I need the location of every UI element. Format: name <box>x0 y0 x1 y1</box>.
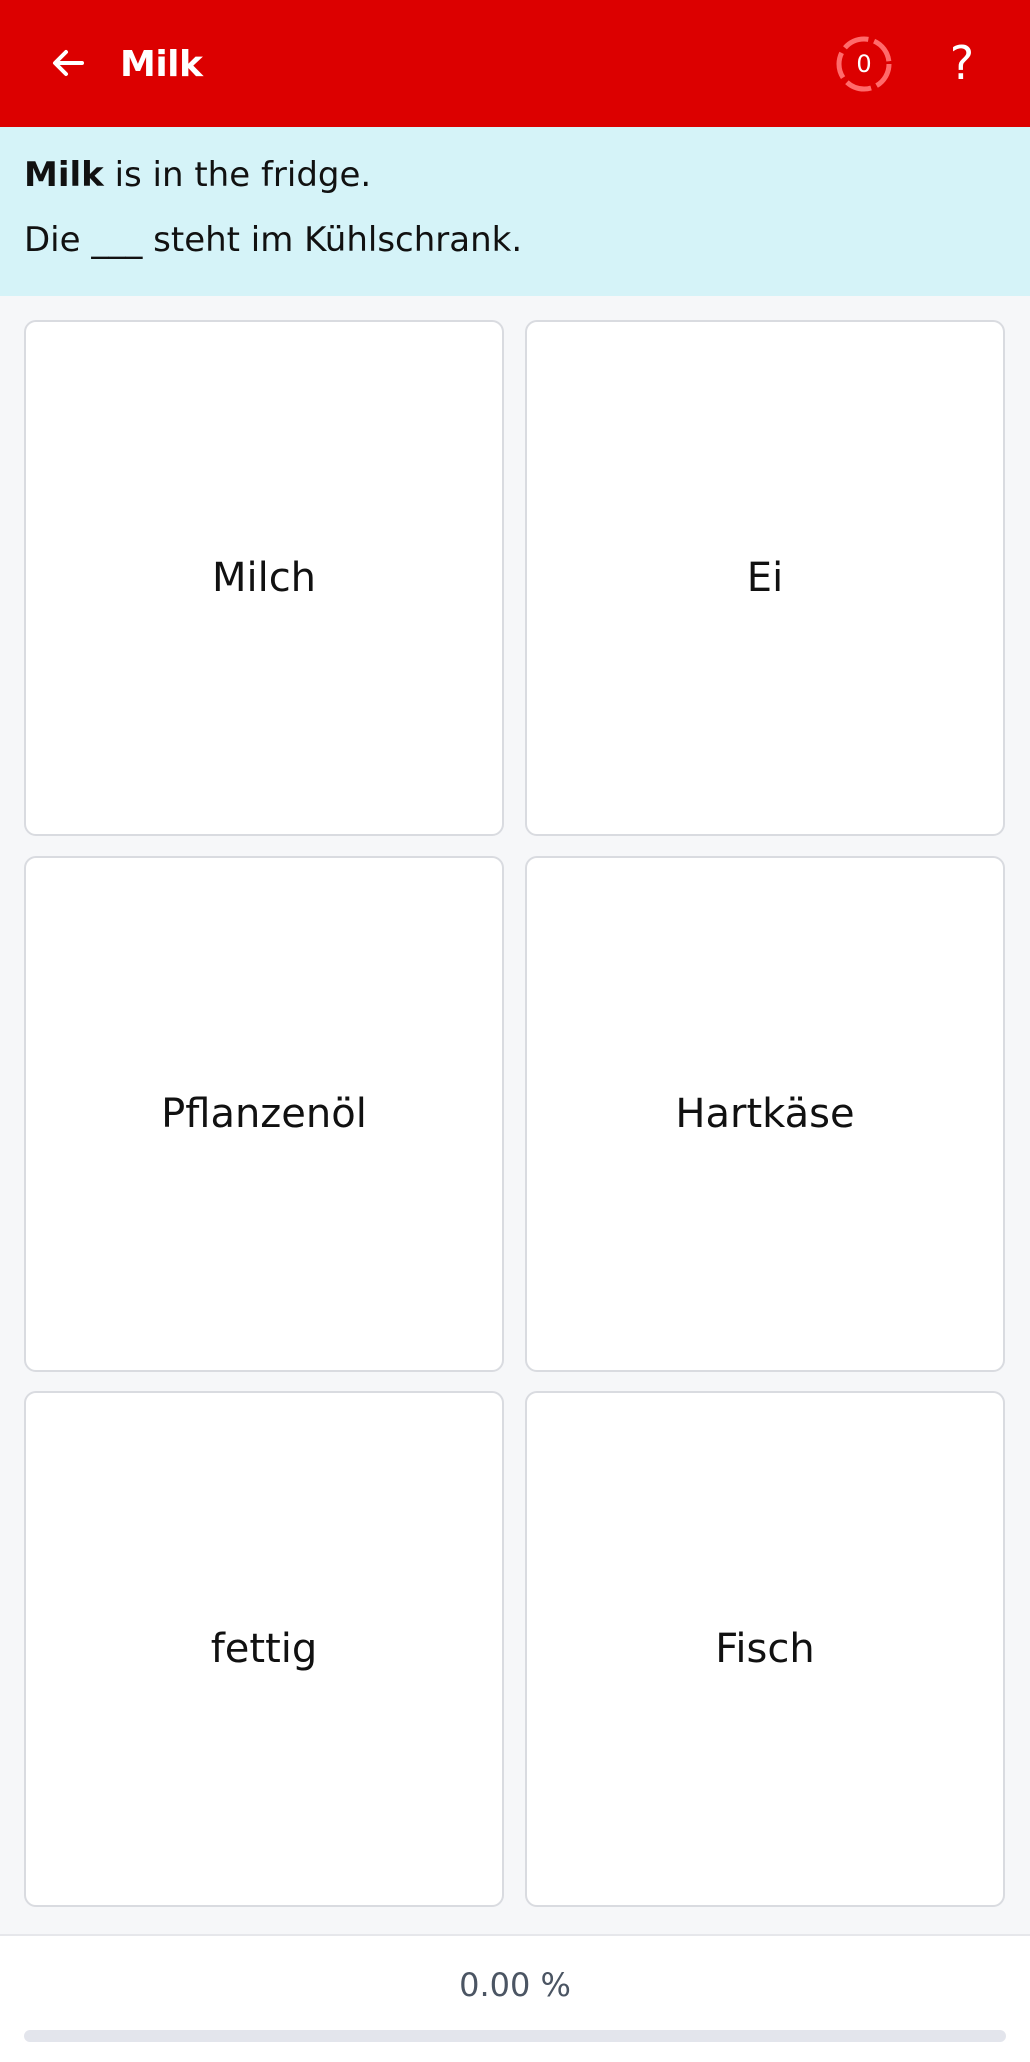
progress-footer: 0.00 % <box>0 1934 1030 2062</box>
option-card[interactable]: Milch <box>24 320 504 836</box>
option-card[interactable]: Fisch <box>525 1391 1005 1907</box>
question-mark-icon: ? <box>949 36 975 90</box>
progress-label: 0.00 % <box>459 1966 571 2004</box>
option-card[interactable]: fettig <box>24 1391 504 1907</box>
option-card[interactable]: Hartkäse <box>525 856 1005 1372</box>
page-title: Milk <box>120 44 203 85</box>
back-button[interactable] <box>40 33 96 93</box>
prompt-panel: Milk is in the fridge. Die ___ steht im … <box>0 127 1030 296</box>
arrow-left-icon <box>53 50 84 76</box>
option-card[interactable]: Pflanzenöl <box>24 856 504 1372</box>
counter-value: 0 <box>856 50 872 78</box>
prompt-keyword: Milk <box>24 155 104 195</box>
counter-button[interactable]: 0 <box>835 35 893 93</box>
prompt-rest: is in the fridge. <box>103 155 372 195</box>
option-card[interactable]: Ei <box>525 320 1005 836</box>
prompt-sentence: Die ___ steht im Kühlschrank. <box>24 220 523 260</box>
progress-bar <box>24 2030 1006 2042</box>
help-button[interactable]: ? <box>930 30 994 96</box>
prompt-translation: Milk is in the fridge. <box>24 155 371 195</box>
app-bar: Milk 0 ? <box>0 0 1030 127</box>
